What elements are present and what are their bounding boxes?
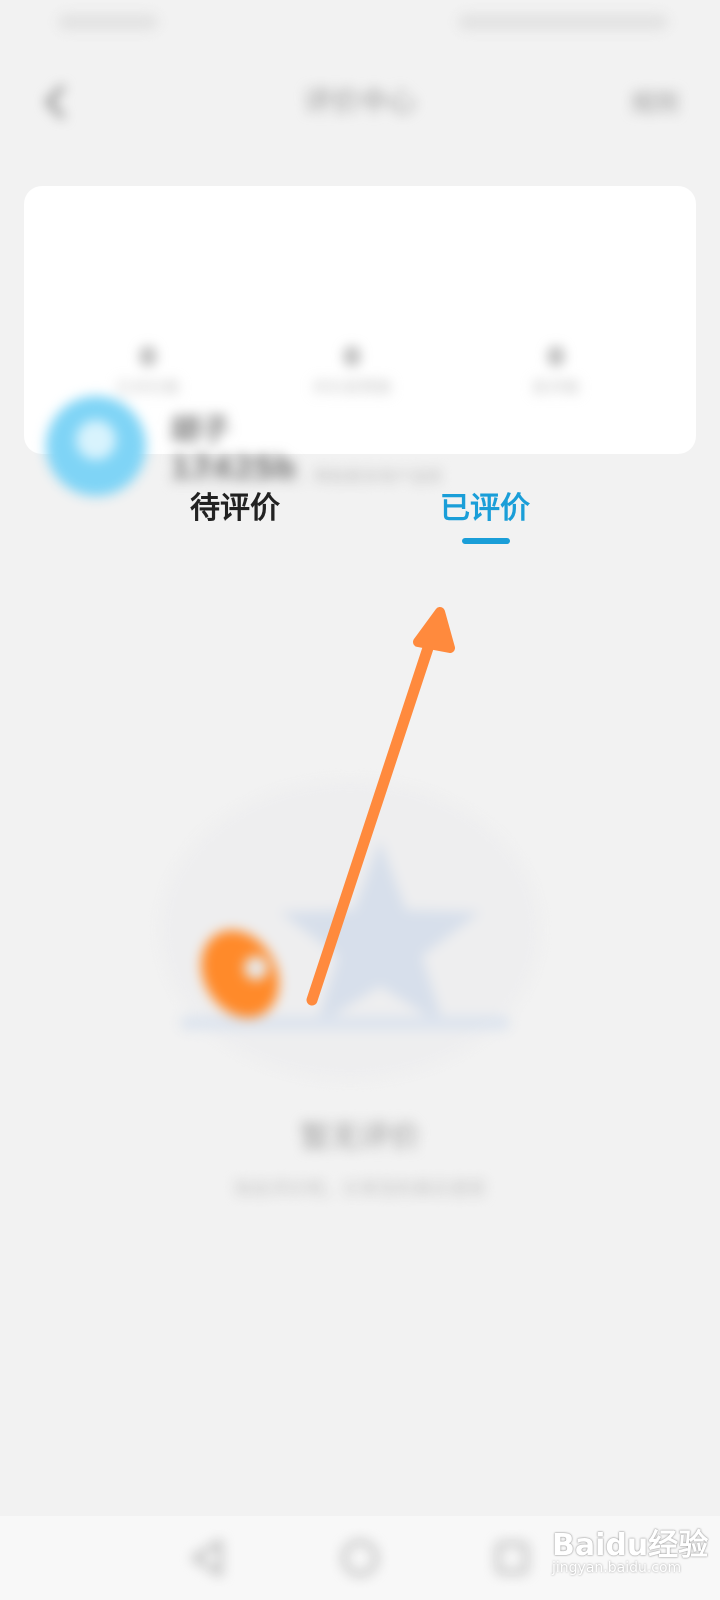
circle-home-icon[interactable] [338, 1536, 382, 1580]
watermark-brand: Baidu经验 [552, 1528, 709, 1563]
header: 评价中心 规则 [0, 0, 720, 160]
back-arrow-icon[interactable] [38, 84, 74, 120]
rules-button[interactable]: 规则 [620, 86, 690, 120]
stat-label: 获评数 [531, 378, 580, 397]
empty-star-illustration [160, 780, 540, 1080]
stat-likes[interactable]: 0 评价获赞数 [272, 340, 432, 402]
empty-state-title: 暂无评价 [300, 1120, 420, 1155]
avatar-icon [76, 420, 116, 460]
active-tab-indicator [462, 538, 510, 544]
triangle-back-icon[interactable] [186, 1536, 230, 1580]
username: 胡子17425b [170, 413, 296, 486]
stat-label: 评价获赞数 [311, 378, 392, 397]
profile-card-content: 胡子17425b 分享您的真实评价，帮助更多用户选择 0 已评价数 0 评价获赞… [0, 180, 720, 496]
stat-label: 已评价数 [115, 378, 180, 397]
stat-value: 0 [547, 343, 565, 371]
tab-reviewed[interactable]: 已评价 [420, 484, 550, 534]
stat-reviews[interactable]: 0 已评价数 [68, 340, 228, 402]
stat-value: 0 [139, 343, 157, 371]
stat-received[interactable]: 0 获评数 [476, 340, 636, 402]
stat-value: 0 [343, 343, 361, 371]
watermark-url: jingyan.baidu.com [552, 1560, 682, 1576]
empty-state-description: 快去评价吧，分享您的真实感受 [234, 1179, 486, 1200]
page-title: 评价中心 [303, 85, 416, 118]
square-recent-icon[interactable] [490, 1536, 534, 1580]
tab-pending-review[interactable]: 待评价 [170, 484, 300, 534]
